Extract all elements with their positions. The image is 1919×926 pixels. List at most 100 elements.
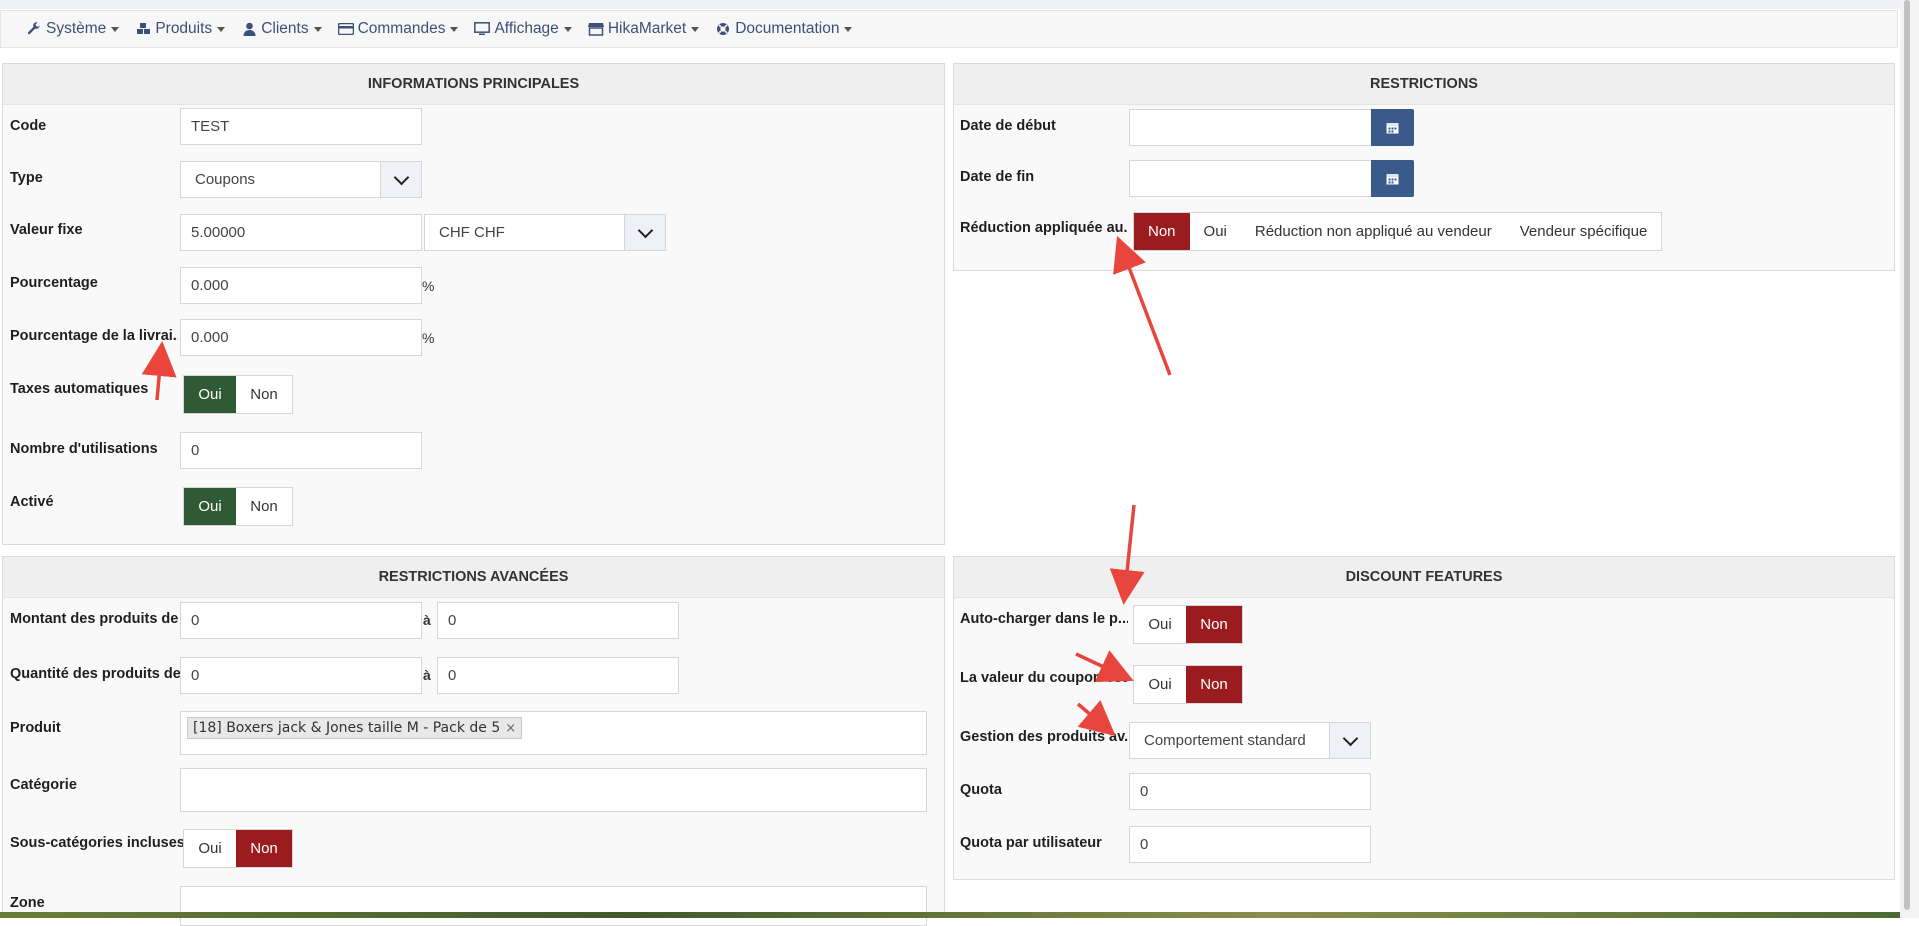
remove-tag-icon[interactable]: × <box>505 721 516 736</box>
caret-down-icon <box>313 26 322 32</box>
percent-label: Pourcentage <box>10 275 98 291</box>
shipping-percent-label: Pourcentage de la livrai... <box>10 328 178 344</box>
category-multiselect[interactable] <box>180 768 927 812</box>
panel-restrictions: RESTRICTIONS Date de début Date de fin R… <box>953 63 1895 271</box>
autoload-oui[interactable]: Oui <box>1134 606 1186 643</box>
panel-discount-features: DISCOUNT FEATURES Auto-charger dans le p… <box>953 556 1895 880</box>
subcats-oui[interactable]: Oui <box>184 830 236 867</box>
coupon-value-label: La valeur du coupon est... <box>960 670 1128 686</box>
zone-label: Zone <box>10 895 45 911</box>
menu-systeme[interactable]: Système <box>25 20 120 38</box>
quota-user-label: Quota par utilisateur <box>960 835 1102 851</box>
wrench-icon <box>25 20 43 38</box>
uses-label: Nombre d'utilisations <box>10 441 158 457</box>
panel-restrictions-avancees: RESTRICTIONS AVANCÉES Montant des produi… <box>2 556 945 926</box>
chevron-down-icon <box>624 215 665 250</box>
caret-down-icon <box>450 26 459 32</box>
caret-down-icon <box>691 26 700 32</box>
product-tag: [18] Boxers jack & Jones taille M - Pack… <box>187 717 523 739</box>
menu-clients[interactable]: Clients <box>240 20 322 38</box>
category-label: Catégorie <box>10 777 77 793</box>
quota-label: Quota <box>960 782 1002 798</box>
top-band <box>0 0 1919 9</box>
auto-tax-non[interactable]: Non <box>236 376 292 413</box>
start-date-label: Date de début <box>960 118 1056 134</box>
qty-to-input[interactable]: 0 <box>437 657 679 694</box>
menu-produits[interactable]: Produits <box>134 20 226 38</box>
amount-from-input[interactable]: 0 <box>180 602 422 639</box>
coupon-value-non[interactable]: Non <box>1186 666 1242 703</box>
panel-informations-principales: INFORMATIONS PRINCIPALES Code TEST Type … <box>2 63 945 545</box>
qty-from-input[interactable]: 0 <box>180 657 422 694</box>
auto-tax-oui[interactable]: Oui <box>184 376 236 413</box>
quota-user-input[interactable]: 0 <box>1129 826 1371 863</box>
panel-title: INFORMATIONS PRINCIPALES <box>3 64 944 105</box>
page-scrollbar[interactable] <box>1900 0 1919 918</box>
reduction-oui[interactable]: Oui <box>1190 213 1241 250</box>
menu-commandes[interactable]: Commandes <box>337 20 459 38</box>
active-oui[interactable]: Oui <box>184 488 236 525</box>
code-label: Code <box>10 118 47 134</box>
type-label: Type <box>10 170 43 186</box>
quota-input[interactable]: 0 <box>1129 773 1371 810</box>
reduction-vendeur-specifique[interactable]: Vendeur spécifique <box>1506 213 1662 250</box>
end-date-label: Date de fin <box>960 169 1035 185</box>
panel-title: RESTRICTIONS AVANCÉES <box>3 557 944 598</box>
panel-title: DISCOUNT FEATURES <box>954 557 1894 598</box>
calendar-icon[interactable] <box>1371 160 1414 197</box>
zone-multiselect[interactable] <box>180 886 927 926</box>
reduction-applied-toggle: Non Oui Réduction non appliqué au vendeu… <box>1133 212 1663 251</box>
product-multiselect[interactable]: [18] Boxers jack & Jones taille M - Pack… <box>180 711 927 755</box>
product-tag-label: [18] Boxers jack & Jones taille M - Pack… <box>193 720 501 736</box>
user-icon <box>240 20 258 38</box>
menu-label: Produits <box>155 20 213 37</box>
uses-input[interactable]: 0 <box>180 432 422 469</box>
product-label: Produit <box>10 720 61 736</box>
menu-affichage[interactable]: Affichage <box>473 20 572 38</box>
subcats-toggle: Oui Non <box>183 829 293 868</box>
type-select[interactable]: Coupons <box>180 161 422 198</box>
amount-to-input[interactable]: 0 <box>437 602 679 639</box>
calendar-icon[interactable] <box>1371 109 1414 146</box>
shipping-percent-unit: % <box>422 330 435 346</box>
cubes-icon <box>134 20 152 38</box>
shipping-percent-input[interactable]: 0.000 <box>180 319 422 356</box>
caret-down-icon <box>217 26 226 32</box>
chevron-down-icon <box>1329 723 1370 758</box>
menu-hikamarket[interactable]: HikaMarket <box>587 20 700 38</box>
products-mgmt-value: Comportement standard <box>1144 732 1306 749</box>
end-date-input[interactable] <box>1129 160 1373 197</box>
qty-label: Quantité des produits de <box>10 666 181 682</box>
menu-documentation[interactable]: Documentation <box>714 20 853 38</box>
auto-tax-toggle: Oui Non <box>183 375 293 414</box>
start-date-input[interactable] <box>1129 109 1373 146</box>
reduction-non-applique-vendeur[interactable]: Réduction non appliqué au vendeur <box>1241 213 1506 250</box>
caret-down-icon <box>111 26 120 32</box>
currency-select[interactable]: CHF CHF <box>424 214 666 251</box>
coupon-value-oui[interactable]: Oui <box>1134 666 1186 703</box>
scrollbar-thumb[interactable] <box>1904 0 1910 910</box>
menu-label: Commandes <box>357 20 446 37</box>
percent-input[interactable]: 0.000 <box>180 267 422 304</box>
caret-down-icon <box>563 26 572 32</box>
qty-sep: à <box>423 667 431 683</box>
active-non[interactable]: Non <box>236 488 292 525</box>
caret-down-icon <box>844 26 853 32</box>
monitor-icon <box>473 20 491 38</box>
products-mgmt-select[interactable]: Comportement standard <box>1129 722 1371 759</box>
menu-label: HikaMarket <box>607 20 687 37</box>
autoload-non[interactable]: Non <box>1186 606 1242 643</box>
amount-sep: à <box>423 612 431 628</box>
menu-label: Système <box>46 20 107 37</box>
menu-label: Affichage <box>494 20 559 37</box>
coupon-value-toggle: Oui Non <box>1133 665 1243 704</box>
subcats-non[interactable]: Non <box>236 830 292 867</box>
panel-title: RESTRICTIONS <box>954 64 1894 105</box>
active-toggle: Oui Non <box>183 487 293 526</box>
code-input[interactable]: TEST <box>180 108 422 145</box>
menu-label: Documentation <box>735 20 840 37</box>
admin-menu-bar: Système Produits Clients Commandes Affic… <box>0 10 1898 48</box>
auto-tax-label: Taxes automatiques <box>10 381 149 397</box>
reduction-non[interactable]: Non <box>1134 213 1190 250</box>
fixed-value-input[interactable]: 5.00000 <box>180 214 422 251</box>
